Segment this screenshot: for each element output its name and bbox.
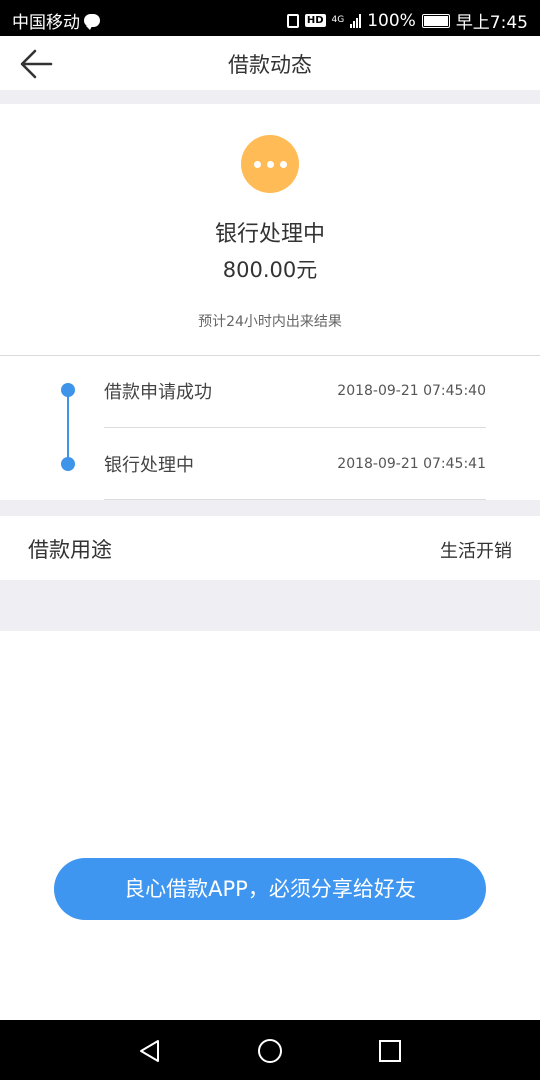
message-icon bbox=[84, 14, 100, 30]
app-header: 借款动态 bbox=[0, 36, 540, 90]
status-title: 银行处理中 bbox=[214, 222, 325, 247]
system-nav-bar bbox=[0, 1020, 540, 1080]
loan-purpose-label: 借款用途 bbox=[28, 538, 112, 562]
timeline-step-time: 2018-09-21 07:45:41 bbox=[337, 456, 486, 472]
timeline-step-label: 借款申请成功 bbox=[104, 382, 212, 403]
carrier-name: 中国移动 bbox=[12, 13, 80, 33]
triangle-back-icon bbox=[140, 1040, 159, 1062]
timeline-step-time: 2018-09-21 07:45:40 bbox=[337, 383, 486, 399]
more-dots-icon bbox=[241, 135, 299, 193]
status-note: 预计24小时内出来结果 bbox=[198, 314, 342, 330]
page-title: 借款动态 bbox=[228, 53, 312, 77]
circle-home-icon bbox=[258, 1039, 282, 1063]
timeline-separator bbox=[104, 427, 486, 428]
timeline-dot bbox=[61, 383, 75, 397]
clock: 早上7:45 bbox=[455, 13, 528, 33]
signal-icon bbox=[350, 13, 362, 28]
section-gap bbox=[0, 500, 540, 516]
network-type: 4G bbox=[331, 15, 345, 25]
section-gap bbox=[0, 90, 540, 104]
status-bar-left: 中国移动 bbox=[12, 8, 100, 33]
hd-icon: HD bbox=[304, 14, 326, 27]
battery-percent: 100% bbox=[367, 10, 416, 31]
battery-icon bbox=[421, 13, 450, 28]
nav-recents-button[interactable] bbox=[377, 1038, 403, 1064]
timeline-dot bbox=[61, 457, 75, 471]
nav-home-button[interactable] bbox=[257, 1038, 283, 1064]
loan-purpose-value: 生活开销 bbox=[440, 541, 512, 562]
loan-purpose-row: 借款用途 生活开销 bbox=[0, 516, 540, 580]
section-gap bbox=[0, 580, 540, 631]
nav-back-button[interactable] bbox=[137, 1038, 163, 1064]
loan-status-card: 银行处理中 800.00元 预计24小时内出来结果 bbox=[0, 104, 540, 354]
status-bar: 中国移动 HD 4G 100% 早上7:45 bbox=[0, 0, 540, 36]
square-recents-icon bbox=[379, 1040, 401, 1062]
timeline-step-label: 银行处理中 bbox=[104, 455, 194, 476]
vibrate-icon bbox=[286, 13, 299, 28]
timeline-line bbox=[67, 390, 69, 464]
share-button[interactable]: 良心借款APP，必须分享给好友 bbox=[54, 858, 486, 920]
progress-timeline: 借款申请成功 2018-09-21 07:45:40 银行处理中 2018-09… bbox=[0, 356, 540, 500]
status-bar-right: HD 4G 100% 早上7:45 bbox=[286, 8, 528, 33]
loan-amount: 800.00元 bbox=[222, 258, 318, 282]
